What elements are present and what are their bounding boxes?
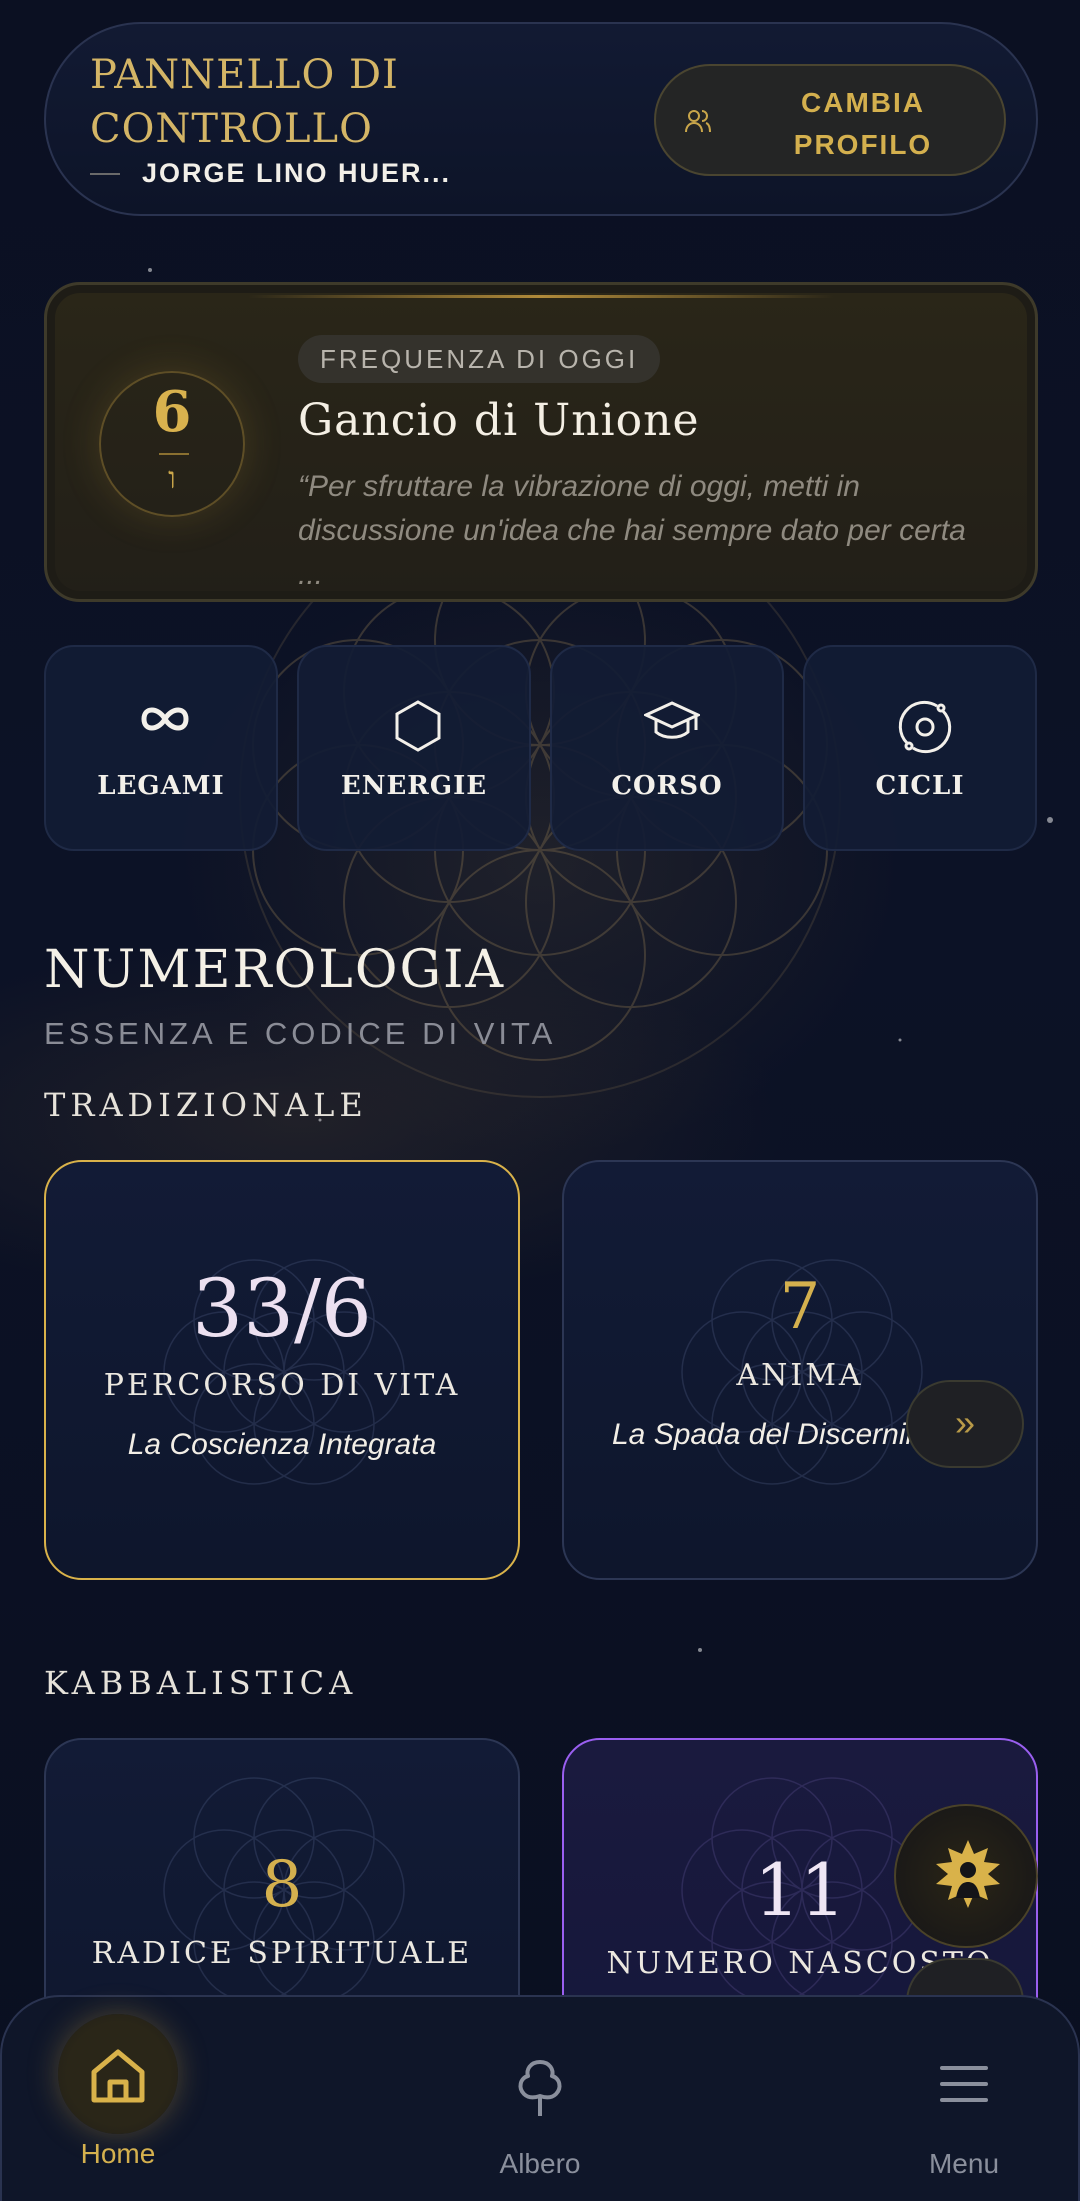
tile-label: CORSO xyxy=(611,771,723,801)
tile-cicli[interactable]: CICLI xyxy=(803,645,1037,851)
tile-label: ENERGIE xyxy=(340,771,488,801)
life-path-desc: La Coscienza Integrata xyxy=(127,1428,437,1461)
nav-label: Home xyxy=(80,2138,156,2169)
group-heading-traditional: TRADIZIONALE xyxy=(44,1086,368,1124)
user-name: JORGE LINO HUER... xyxy=(142,158,452,188)
nav-menu[interactable] xyxy=(904,2062,1024,2111)
section-subtitle: ESSENZA E CODICE DI VITA xyxy=(44,1016,557,1051)
hexagon-icon xyxy=(395,700,441,752)
header-panel: PANNELLO DI CONTROLLO JORGE LINO HUER...… xyxy=(44,22,1038,216)
lotus-figure-icon xyxy=(936,1840,1000,1908)
orbit-icon xyxy=(898,700,952,754)
life-path-number: 33/6 xyxy=(192,1262,372,1355)
tile-corso[interactable]: CORSO xyxy=(550,645,784,851)
card-accent-line xyxy=(247,295,835,298)
divider xyxy=(90,172,120,175)
chevrons-right-icon: » xyxy=(954,1402,976,1443)
daily-frequency-card[interactable]: 6 ו FREQUENZA DI OGGI Gancio di Unione “… xyxy=(44,282,1038,602)
nav-menu-label-wrap[interactable]: Menu xyxy=(884,2148,1044,2180)
oracle-button[interactable] xyxy=(894,1804,1038,1948)
life-path-card[interactable]: 33/6 PERCORSO DI VITA La Coscienza Integ… xyxy=(44,1160,520,1580)
soul-card[interactable]: 7 ANIMA La Spada del Discernimento xyxy=(562,1160,1038,1580)
nav-home-label-wrap[interactable]: Home xyxy=(38,2138,198,2170)
nav-label: Menu xyxy=(928,2148,1000,2179)
daily-quote: “Per sfruttare la vibrazione di oggi, me… xyxy=(298,470,966,591)
daily-number-circle: 6 ו xyxy=(99,371,245,517)
home-icon xyxy=(91,2049,145,2103)
section-title: NUMEROLOGIA xyxy=(44,940,506,1000)
nav-home[interactable] xyxy=(58,2044,178,2113)
fraction-bar xyxy=(159,453,189,455)
menu-icon xyxy=(940,2066,988,2102)
users-icon xyxy=(685,110,711,133)
daily-name: Gancio di Unione xyxy=(298,395,700,446)
tile-energie[interactable]: ENERGIE xyxy=(297,645,531,851)
nav-albero[interactable] xyxy=(480,2058,600,2123)
graduation-cap-icon xyxy=(644,701,700,739)
spiritual-root-number: 8 xyxy=(261,1848,303,1922)
change-profile-label: CAMBIA PROFILO xyxy=(793,87,933,160)
tree-icon xyxy=(518,2060,562,2116)
page-title: PANNELLO DI CONTROLLO xyxy=(90,52,399,152)
life-path-label: PERCORSO DI VITA xyxy=(103,1368,461,1403)
group-heading-kabbalistic: KABBALISTICA xyxy=(44,1664,358,1702)
infinity-icon xyxy=(141,707,189,731)
nav-label: Albero xyxy=(499,2148,581,2179)
daily-badge: FREQUENZA DI OGGI xyxy=(298,335,661,383)
daily-hebrew-letter: ו xyxy=(168,461,176,496)
user-line: JORGE LINO HUER... xyxy=(90,158,451,189)
soul-number: 7 xyxy=(779,1270,821,1344)
spiritual-root-label: RADICE SPIRITUALE xyxy=(91,1936,473,1971)
daily-number: 6 xyxy=(152,379,192,445)
tile-legami[interactable]: LEGAMI xyxy=(44,645,278,851)
tile-label: LEGAMI xyxy=(97,771,225,801)
change-profile-button[interactable]: CAMBIA PROFILO xyxy=(654,64,1006,176)
nav-albero-label-wrap[interactable]: Albero xyxy=(460,2148,620,2180)
tile-label: CICLI xyxy=(875,771,965,801)
next-button[interactable]: » xyxy=(906,1380,1024,1468)
